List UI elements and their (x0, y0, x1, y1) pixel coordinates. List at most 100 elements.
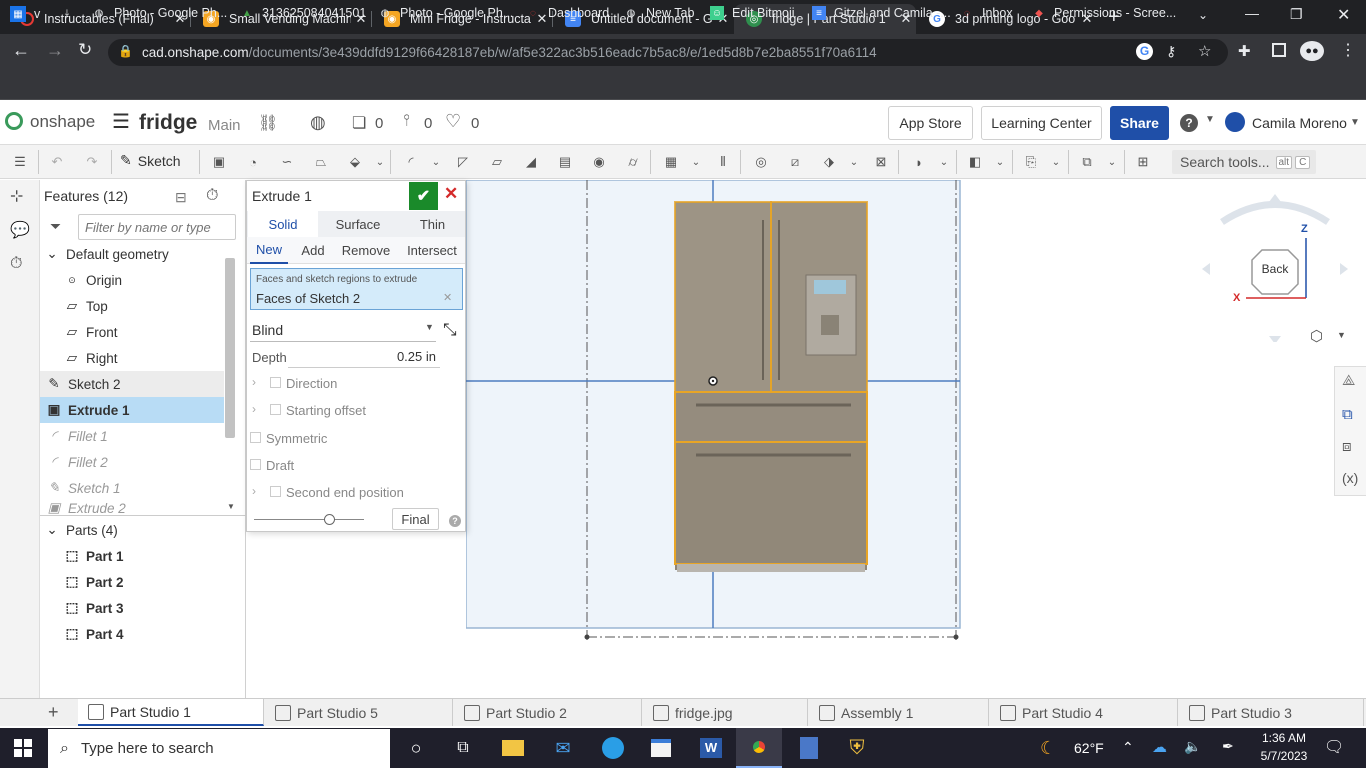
edge-icon[interactable] (590, 728, 636, 768)
final-button[interactable]: Final (392, 508, 439, 530)
depth-input[interactable]: 0.25 in (288, 346, 440, 368)
feature-top-plane[interactable]: ▱ Top (64, 293, 248, 319)
dropdown-icon[interactable]: ⌄ (842, 150, 866, 174)
link-icon[interactable]: ⛓ (258, 113, 278, 133)
accept-checkmark-icon[interactable]: ✔ (409, 182, 438, 210)
part-item[interactable]: ⬚ Part 1 (64, 543, 248, 569)
tab-part-studio-4[interactable]: Part Studio 4 (990, 699, 1178, 726)
file-explorer-icon[interactable] (490, 728, 536, 768)
sketch-button[interactable]: ✎ Sketch (120, 152, 181, 169)
tab-new[interactable]: New (250, 237, 288, 264)
sheet-metal-icon[interactable]: ⎘ (1019, 150, 1043, 174)
pattern-icon[interactable]: ▦ (659, 150, 683, 174)
clear-selection-icon[interactable]: ✕ (443, 291, 452, 304)
end-type-select[interactable]: Blind ▼ (250, 318, 436, 342)
clock-date[interactable]: 5/7/2023 (1256, 749, 1312, 763)
tab-remove[interactable]: Remove (338, 237, 394, 264)
omnibox[interactable]: 🔒 cad.onshape.com/documents/3e439ddfd912… (108, 39, 1228, 66)
dialog-help-icon[interactable]: ? (449, 515, 461, 527)
symmetric-checkbox[interactable] (250, 432, 261, 443)
add-folder-icon[interactable]: ⊟ (175, 189, 187, 206)
part-item[interactable]: ⬚ Part 2 (64, 569, 248, 595)
weather-icon[interactable]: ☾ (1040, 738, 1056, 759)
dropdown-icon[interactable]: ⌄ (932, 150, 956, 174)
tab-solid[interactable]: Solid (248, 211, 318, 237)
add-custom-feature-icon[interactable]: ⊞ (1131, 150, 1155, 174)
user-name[interactable]: Camila Moreno (1252, 115, 1347, 131)
extrude-icon[interactable]: ▣ (207, 150, 231, 174)
start-windows-icon[interactable] (0, 728, 46, 768)
search-tools-input[interactable]: Search tools... alt C (1172, 150, 1316, 174)
dropdown-icon[interactable]: ⌄ (368, 150, 392, 174)
sweep-icon[interactable]: ∽ (275, 150, 299, 174)
back-icon[interactable]: ← (12, 40, 30, 61)
filter-icon[interactable]: ⏷ (50, 218, 61, 235)
selection-field[interactable]: Faces and sketch regions to extrude Face… (250, 268, 463, 310)
tab-assembly-1[interactable]: Assembly 1 (809, 699, 989, 726)
side-panel-icon[interactable] (1272, 43, 1286, 57)
surface-icon[interactable]: ⧉ (1075, 150, 1099, 174)
feature-filter-input[interactable] (78, 214, 236, 240)
chrome-icon[interactable] (736, 728, 782, 768)
tab-intersect[interactable]: Intersect (402, 237, 462, 264)
bookmark-star-icon[interactable]: ☆ (1198, 42, 1211, 60)
feature-origin[interactable]: ⊙ Origin (64, 267, 248, 293)
draft-icon[interactable]: ⏥ (485, 150, 509, 174)
flip-direction-icon[interactable]: ⤡ (443, 320, 457, 340)
feature-list-scrollbar[interactable] (225, 258, 235, 438)
tab-fridge-image[interactable]: fridge.jpg (643, 699, 808, 726)
split-icon[interactable]: ⧄ (783, 150, 807, 174)
learning-center-button[interactable]: Learning Center (981, 106, 1102, 140)
reload-icon[interactable]: ↻ (78, 40, 92, 60)
fillet-icon[interactable]: ◜ (399, 150, 423, 174)
help-dropdown-icon[interactable]: ▼ (1205, 114, 1215, 125)
add-tab-icon[interactable]: + (48, 702, 59, 723)
security-shield-icon[interactable]: ⛨ (834, 728, 880, 768)
bookmark-item[interactable]: ◍ Photo - Google Ph... (378, 6, 514, 20)
mass-properties-icon[interactable]: ⧈ (1342, 438, 1352, 455)
taskbar-search-box[interactable]: ⌕ Type here to search (48, 729, 390, 768)
second-end-checkbox[interactable] (270, 486, 281, 497)
tray-chevron-up-icon[interactable]: ⌃ (1122, 739, 1134, 756)
pin-icon[interactable]: ⫯ (403, 112, 410, 130)
bookmark-item[interactable]: ◍ New Tab (624, 6, 695, 20)
bookmark-item[interactable]: ◆ Permissions - Scree... (1032, 6, 1176, 20)
part-item[interactable]: ⬚ Part 3 (64, 595, 248, 621)
revolve-icon[interactable]: ◔ (241, 150, 265, 174)
dropdown-icon[interactable]: ⌄ (1100, 150, 1124, 174)
redo-icon[interactable]: ↷ (80, 150, 104, 174)
feature-extrude-2[interactable]: ▣ Extrude 2 (40, 501, 224, 515)
onedrive-icon[interactable]: ☁ (1152, 738, 1167, 756)
bookmark-item[interactable]: ▦ v (10, 6, 40, 22)
undo-icon[interactable]: ↶ (45, 150, 69, 174)
variables-icon[interactable]: ⊹ (10, 186, 23, 206)
tab-search-icon[interactable]: ⌄ (1198, 8, 1208, 22)
user-dropdown-icon[interactable]: ▼ (1350, 117, 1360, 128)
view-options-dropdown-icon[interactable]: ▼ (1337, 330, 1346, 340)
direction-checkbox[interactable] (270, 377, 281, 388)
document-name[interactable]: fridge (139, 111, 197, 135)
bookmark-item[interactable]: ▲ 313625084041501 (240, 6, 366, 20)
word-icon[interactable]: W (688, 728, 734, 768)
transform-icon[interactable]: ⬗ (817, 150, 841, 174)
user-avatar-icon[interactable] (1225, 112, 1245, 132)
tab-thin[interactable]: Thin (400, 211, 465, 237)
loft-icon[interactable]: ⏢ (309, 150, 333, 174)
view-cube[interactable]: Back Z X (1200, 192, 1350, 342)
bookmark-item[interactable]: ≡ Gitzel and Camila -... (812, 6, 951, 20)
versions-icon[interactable]: ❏ (352, 113, 366, 133)
chevron-right-icon[interactable]: › (252, 484, 256, 498)
minimize-icon[interactable]: — (1245, 5, 1259, 21)
chevron-right-icon[interactable]: › (252, 375, 256, 389)
feature-front-plane[interactable]: ▱ Front (64, 319, 248, 345)
bookmark-item[interactable]: ◌ Inbox (960, 6, 1013, 20)
weather-temp[interactable]: 62°F (1074, 740, 1104, 756)
tab-part-studio-5[interactable]: Part Studio 5 (265, 699, 453, 726)
cancel-x-icon[interactable]: ✕ (444, 184, 458, 204)
configurations-icon[interactable]: ⧉ (1342, 406, 1353, 423)
feature-fillet-1[interactable]: ◜ Fillet 1 (40, 423, 224, 449)
like-icon[interactable]: ♡ (445, 111, 461, 132)
feature-sketch-1[interactable]: ✎ Sketch 1 (40, 475, 224, 501)
default-geometry-folder[interactable]: ⌄ Default geometry (44, 241, 228, 267)
plane-icon[interactable]: ◧ (963, 150, 987, 174)
